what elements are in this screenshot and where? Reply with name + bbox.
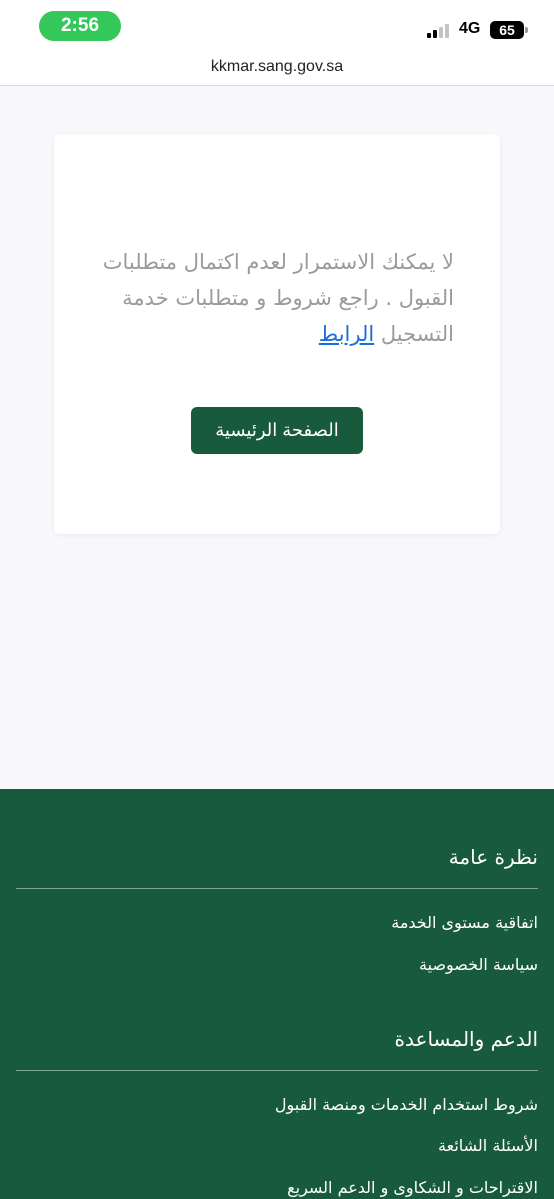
error-card: لا يمكنك الاستمرار لعدم اكتمال متطلبات ا… bbox=[54, 134, 500, 534]
message-text: لا يمكنك الاستمرار لعدم اكتمال متطلبات ا… bbox=[102, 250, 454, 346]
footer-link-terms[interactable]: شروط استخدام الخدمات ومنصة القبول bbox=[275, 1095, 538, 1114]
footer-link-feedback[interactable]: الاقتراحات و الشكاوى و الدعم السريع bbox=[287, 1178, 538, 1197]
status-bar: 2:56 4G 65 bbox=[0, 0, 554, 50]
address-bar[interactable]: kkmar.sang.gov.sa bbox=[0, 50, 554, 86]
footer-link-sla[interactable]: اتفاقية مستوى الخدمة bbox=[391, 913, 538, 932]
status-time: 2:56 bbox=[39, 11, 121, 41]
network-type: 4G bbox=[459, 20, 481, 37]
divider bbox=[16, 1070, 538, 1071]
home-page-button[interactable]: الصفحة الرئيسية bbox=[191, 407, 363, 454]
footer-link-faq[interactable]: الأسئلة الشائعة bbox=[438, 1136, 538, 1155]
signal-icon bbox=[427, 22, 453, 38]
divider bbox=[16, 888, 538, 889]
footer-link-privacy[interactable]: سياسة الخصوصية bbox=[419, 955, 538, 974]
footer-heading-overview: نظرة عامة bbox=[448, 845, 538, 869]
footer: نظرة عامة اتفاقية مستوى الخدمة سياسة الخ… bbox=[0, 789, 554, 1199]
link-anchor[interactable]: الرابط bbox=[319, 322, 374, 346]
battery-icon: 65 bbox=[490, 21, 528, 39]
url-text: kkmar.sang.gov.sa bbox=[210, 58, 344, 75]
error-message: لا يمكنك الاستمرار لعدم اكتمال متطلبات ا… bbox=[94, 244, 454, 352]
footer-heading-support: الدعم والمساعدة bbox=[394, 1027, 538, 1051]
